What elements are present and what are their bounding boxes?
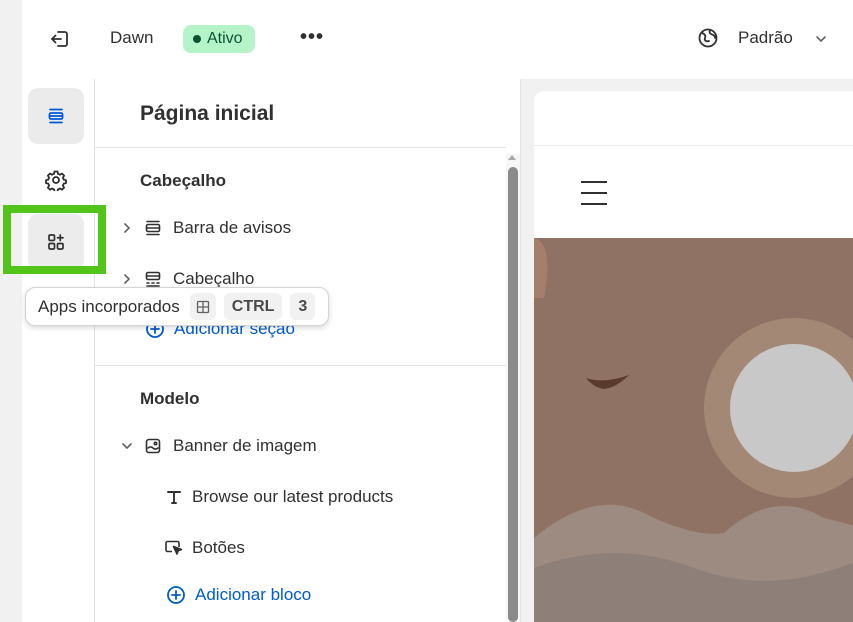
exit-button[interactable] <box>45 24 75 54</box>
window-gutter <box>0 0 22 622</box>
sections-icon <box>48 108 64 124</box>
block-label: Browse our latest products <box>192 487 394 506</box>
page-title: Página inicial <box>140 102 275 125</box>
chevron-right-icon[interactable] <box>120 273 134 285</box>
scroll-up-icon[interactable] <box>508 155 516 160</box>
theme-editor: Dawn Ativo ••• Padrão Página inicial Cab… <box>0 0 853 622</box>
top-bar: Dawn Ativo ••• Padrão <box>22 0 853 80</box>
plus-circle-icon <box>167 586 185 604</box>
theme-name: Dawn <box>110 28 154 47</box>
section-label: Barra de avisos <box>173 218 292 237</box>
chevron-down-icon[interactable] <box>814 32 828 46</box>
banner-illustration <box>534 238 853 622</box>
section-label: Cabeçalho <box>173 269 255 288</box>
header-group-label: Cabeçalho <box>140 171 226 190</box>
settings-rail-button[interactable] <box>28 152 84 208</box>
template-group-label: Modelo <box>140 389 200 408</box>
section-label: Banner de imagem <box>173 436 317 455</box>
add-block-link[interactable]: Adicionar bloco <box>166 585 311 605</box>
button-cursor-icon <box>163 537 185 559</box>
block-label: Botões <box>192 538 245 557</box>
preview-image-banner <box>534 238 853 622</box>
sections-rail-button[interactable] <box>28 88 84 144</box>
exit-icon <box>51 31 68 47</box>
chevron-down-icon[interactable] <box>120 441 134 451</box>
chevron-right-icon[interactable] <box>120 222 134 234</box>
preview-store-header <box>534 145 853 239</box>
keyboard-icon <box>189 293 216 320</box>
section-row-image-banner[interactable]: Banner de imagem <box>95 431 317 461</box>
status-badge: Ativo <box>183 25 255 53</box>
editor-sidebar-rail <box>22 79 95 622</box>
add-block-label: Adicionar bloco <box>195 585 312 604</box>
globe-icon[interactable] <box>697 27 719 49</box>
divider <box>95 147 506 148</box>
store-preview[interactable] <box>534 91 853 622</box>
hamburger-menu-icon[interactable] <box>581 181 607 214</box>
language-selector[interactable]: Padrão <box>738 28 793 48</box>
sections-panel: Página inicial Cabeçalho Barra de avisos <box>95 79 521 622</box>
status-dot-icon <box>193 35 201 43</box>
tooltip-label: Apps incorporados <box>38 296 180 316</box>
more-actions-button[interactable]: ••• <box>300 26 324 49</box>
text-icon <box>163 486 185 508</box>
divider <box>95 365 506 366</box>
header-section-icon <box>143 269 163 289</box>
highlight-annotation <box>3 205 106 274</box>
section-row-announcement-bar[interactable]: Barra de avisos <box>95 213 291 243</box>
shortcut-key-ctrl: CTRL <box>223 293 283 320</box>
scrollbar-thumb[interactable] <box>508 167 518 622</box>
image-banner-icon <box>143 436 163 456</box>
announcement-bar-icon <box>143 218 163 238</box>
block-row-text[interactable]: Browse our latest products <box>163 482 393 512</box>
gear-icon <box>45 170 67 191</box>
status-badge-label: Ativo <box>207 30 243 47</box>
tooltip: Apps incorporados CTRL 3 <box>25 287 330 326</box>
block-row-buttons[interactable]: Botões <box>163 533 245 563</box>
shortcut-key-3: 3 <box>290 293 316 320</box>
